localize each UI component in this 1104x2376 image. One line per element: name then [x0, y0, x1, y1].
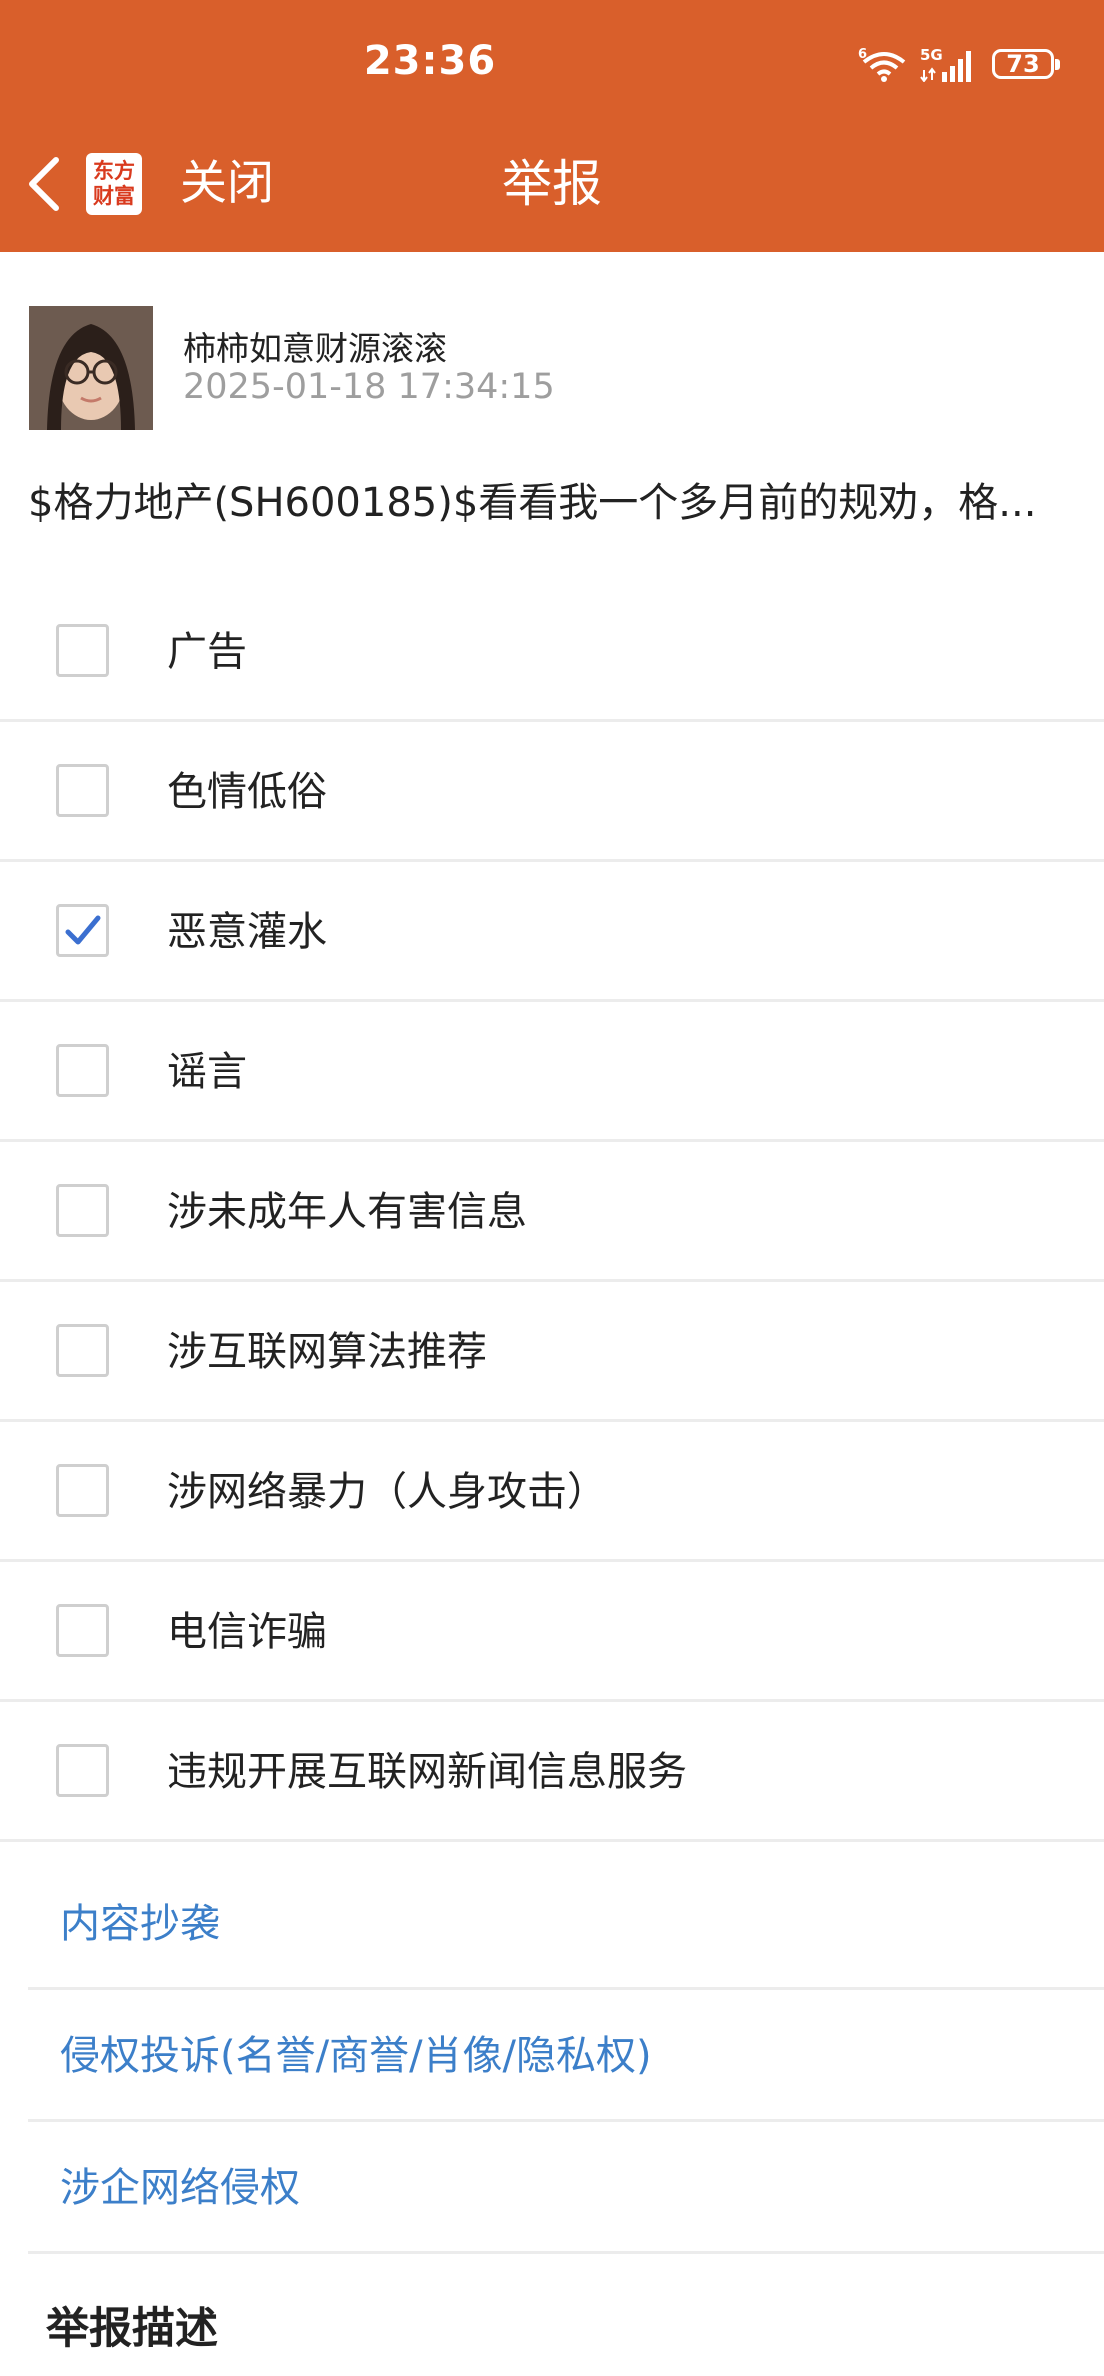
report-description-title: 举报描述 [46, 2304, 218, 2354]
avatar-image [29, 306, 153, 430]
network-label: 5G [920, 46, 943, 64]
post-content: $格力地产(SH600185)$看看我一个多月前的规劝，格... [28, 480, 1037, 526]
report-link-row[interactable]: 内容抄袭 [28, 1858, 1104, 1990]
report-links-list: 内容抄袭 侵权投诉(名誉/商誉/肖像/隐私权) 涉企网络侵权 [28, 1858, 1104, 2254]
author-avatar[interactable] [29, 306, 153, 430]
signal-5g-icon: 5G [920, 46, 971, 82]
option-label: 电信诈骗 [167, 1609, 327, 1655]
header-bar: 23:36 6 5G 73 东方 财富 关闭 举报 [0, 0, 1104, 252]
option-label: 涉互联网算法推荐 [167, 1329, 487, 1375]
report-option-row[interactable]: 色情低俗 [0, 722, 1104, 862]
report-option-row[interactable]: 广告 [0, 582, 1104, 722]
option-label: 涉未成年人有害信息 [167, 1189, 527, 1235]
option-checkbox[interactable] [56, 764, 109, 817]
report-option-row[interactable]: 恶意灌水 [0, 862, 1104, 1002]
post-author: 柿柿如意财源滚滚 [183, 329, 447, 368]
report-option-row[interactable]: 涉未成年人有害信息 [0, 1142, 1104, 1282]
option-label: 广告 [167, 629, 247, 675]
report-link-row[interactable]: 涉企网络侵权 [28, 2122, 1104, 2254]
option-label: 谣言 [167, 1049, 247, 1095]
report-option-row[interactable]: 谣言 [0, 1002, 1104, 1142]
link-infringement-complaint[interactable]: 侵权投诉(名誉/商誉/肖像/隐私权) [60, 2028, 652, 2084]
status-icons: 6 5G 73 [858, 44, 1060, 84]
report-link-row[interactable]: 侵权投诉(名誉/商誉/肖像/隐私权) [28, 1990, 1104, 2122]
checkmark-icon [65, 915, 101, 945]
option-checkbox[interactable] [56, 1044, 109, 1097]
option-checkbox[interactable] [56, 1324, 109, 1377]
option-label: 恶意灌水 [167, 909, 327, 955]
option-checkbox[interactable] [56, 1744, 109, 1797]
page-title: 举报 [502, 155, 602, 213]
report-option-row[interactable]: 违规开展互联网新闻信息服务 [0, 1702, 1104, 1842]
report-options-list: 广告 色情低俗 恶意灌水 谣言 涉未成年人有害信息 涉互联网算法推荐 涉网络暴力… [0, 582, 1104, 1842]
report-option-row[interactable]: 涉网络暴力（人身攻击） [0, 1422, 1104, 1562]
battery-indicator: 73 [992, 49, 1060, 79]
wifi-icon: 6 [858, 47, 906, 82]
option-label: 涉网络暴力（人身攻击） [167, 1469, 607, 1515]
option-checkbox[interactable] [56, 624, 109, 677]
report-option-row[interactable]: 电信诈骗 [0, 1562, 1104, 1702]
option-label: 违规开展互联网新闻信息服务 [167, 1749, 687, 1795]
link-plagiarism[interactable]: 内容抄袭 [60, 1896, 220, 1952]
option-label: 色情低俗 [167, 769, 327, 815]
option-checkbox[interactable] [56, 1184, 109, 1237]
post-timestamp: 2025-01-18 17:34:15 [183, 367, 555, 407]
option-checkbox-checked[interactable] [56, 904, 109, 957]
option-checkbox[interactable] [56, 1604, 109, 1657]
option-checkbox[interactable] [56, 1464, 109, 1517]
report-option-row[interactable]: 涉互联网算法推荐 [0, 1282, 1104, 1422]
status-time: 23:36 [363, 38, 497, 84]
link-enterprise-infringement[interactable]: 涉企网络侵权 [60, 2160, 300, 2216]
